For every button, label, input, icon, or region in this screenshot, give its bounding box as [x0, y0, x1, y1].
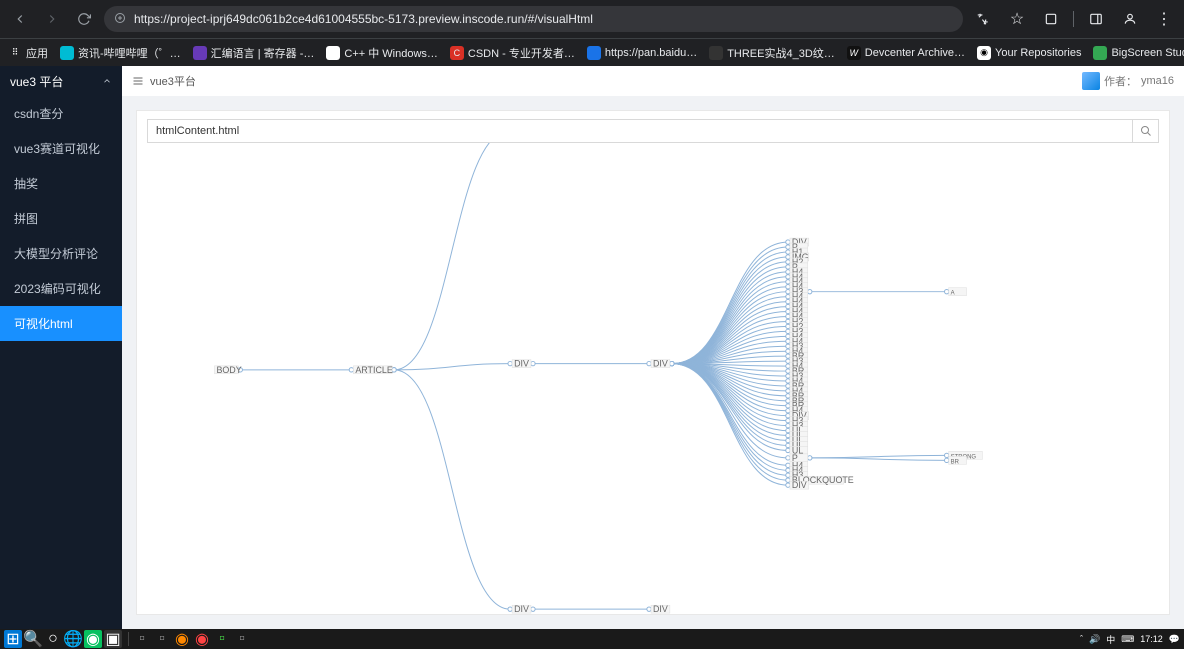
tray-chevron-icon[interactable]: ˆ	[1080, 634, 1083, 644]
forward-button[interactable]	[40, 7, 64, 31]
task-icon[interactable]: ▫	[213, 630, 231, 648]
chevron-up-icon	[102, 76, 112, 86]
ime-indicator[interactable]: 中	[1106, 633, 1115, 646]
app-root: vue3 平台 csdn查分vue3赛道可视化抽奖拼图大模型分析评论2023编码…	[0, 66, 1184, 629]
bookmark-item[interactable]: https://pan.baidu…	[587, 46, 697, 60]
svg-text:DIV: DIV	[792, 480, 807, 490]
system-tray: ˆ 🔊 中 ⌨ 17:12 💬	[1080, 633, 1180, 646]
svg-text:BODY: BODY	[216, 365, 241, 375]
task-icon[interactable]: ▫	[233, 630, 251, 648]
sidebar-item[interactable]: 抽奖	[0, 166, 122, 201]
breadcrumb-text: vue3平台	[150, 73, 196, 89]
search-button[interactable]	[1132, 119, 1158, 143]
search-taskbar-icon[interactable]: 🔍	[24, 630, 42, 648]
translate-icon[interactable]	[971, 7, 995, 31]
bookmark-item[interactable]: C++ 中 Windows…	[326, 45, 438, 61]
sidebar-header[interactable]: vue3 平台	[0, 66, 122, 96]
svg-text:DIV: DIV	[653, 359, 668, 369]
keyboard-icon[interactable]: ⌨	[1121, 634, 1134, 645]
bookmarks-bar: ⠿应用 资讯-哔哩哔哩（゜… 汇编语言 | 寄存器 -… C++ 中 Windo…	[0, 38, 1184, 66]
apps-button[interactable]: ⠿应用	[8, 45, 48, 61]
github-icon: ◉	[977, 46, 991, 60]
volume-icon[interactable]: 🔊	[1089, 634, 1100, 645]
bookmark-icon: C	[450, 46, 464, 60]
windows-taskbar: ⊞ 🔍 ○ 🌐 ◉ ▣ ▫ ▫ ◉ ◉ ▫ ▫ ˆ 🔊 中 ⌨ 17:12 💬	[0, 629, 1184, 649]
svg-text:DIV: DIV	[653, 604, 668, 614]
content-card: LINKDIVLINKDIVDIVDIVPH1IMGH2PH4H4H4H4AH3…	[136, 110, 1170, 615]
cortana-icon[interactable]: ○	[44, 630, 62, 648]
bookmark-icon	[60, 46, 74, 60]
svg-text:A: A	[951, 291, 955, 297]
bookmark-icon	[709, 46, 723, 60]
topbar-right: 作者： yma16	[1082, 72, 1174, 90]
wechat-icon[interactable]: ◉	[84, 630, 102, 648]
author-label: 作者：	[1104, 73, 1137, 89]
bookmark-icon	[587, 46, 601, 60]
notification-icon[interactable]: 💬	[1169, 634, 1180, 645]
bookmark-item[interactable]: BigScreen Studio…	[1093, 46, 1184, 60]
bookmark-item[interactable]: ◉Your Repositories	[977, 46, 1081, 60]
back-button[interactable]	[8, 7, 32, 31]
bookmark-item[interactable]: CCSDN - 专业开发者…	[450, 45, 575, 61]
svg-text:DIV: DIV	[514, 359, 529, 369]
side-panel-icon[interactable]	[1084, 7, 1108, 31]
sidebar-item[interactable]: 可视化html	[0, 306, 122, 341]
site-info-icon[interactable]	[114, 12, 126, 27]
extensions-icon[interactable]	[1039, 7, 1063, 31]
svg-text:DIV: DIV	[514, 604, 529, 614]
task-icon[interactable]: ▫	[153, 630, 171, 648]
browser-toolbar: ☆ ⋮	[0, 0, 1184, 38]
bookmark-star-icon[interactable]: ☆	[1005, 7, 1029, 31]
bookmark-item[interactable]: 资讯-哔哩哔哩（゜…	[60, 45, 181, 61]
bookmark-item[interactable]: 汇编语言 | 寄存器 -…	[193, 45, 315, 61]
svg-text:BR: BR	[951, 459, 960, 465]
svg-text:ARTICLE: ARTICLE	[355, 365, 393, 375]
task-icon[interactable]: ◉	[193, 630, 211, 648]
clock[interactable]: 17:12	[1140, 634, 1163, 644]
search-input[interactable]	[148, 125, 1132, 137]
url-input[interactable]	[134, 12, 953, 26]
start-button[interactable]: ⊞	[4, 630, 22, 648]
main-panel: vue3平台 作者： yma16 LINKDIVLINKDIVDIVDIVPH1…	[122, 66, 1184, 629]
sidebar-item[interactable]: 2023编码可视化	[0, 271, 122, 306]
sidebar-item[interactable]: 拼图	[0, 201, 122, 236]
collapse-icon[interactable]	[132, 75, 144, 87]
task-icon[interactable]: ▣	[104, 630, 122, 648]
bookmark-icon	[1093, 46, 1107, 60]
topbar: vue3平台 作者： yma16	[122, 66, 1184, 96]
task-icon[interactable]: ▫	[133, 630, 151, 648]
sidebar: vue3 平台 csdn查分vue3赛道可视化抽奖拼图大模型分析评论2023编码…	[0, 66, 122, 629]
profile-icon[interactable]	[1118, 7, 1142, 31]
search-row	[147, 119, 1159, 143]
avatar[interactable]	[1082, 72, 1100, 90]
menu-icon[interactable]: ⋮	[1152, 7, 1176, 31]
bookmark-icon	[326, 46, 340, 60]
address-bar[interactable]	[104, 6, 963, 32]
sidebar-item[interactable]: csdn查分	[0, 96, 122, 131]
bookmark-icon: W	[847, 46, 861, 60]
reload-button[interactable]	[72, 7, 96, 31]
breadcrumb: vue3平台	[132, 73, 196, 89]
sidebar-item[interactable]: vue3赛道可视化	[0, 131, 122, 166]
author-name: yma16	[1141, 75, 1174, 87]
chrome-icon[interactable]: 🌐	[64, 630, 82, 648]
bookmark-item[interactable]: THREE实战4_3D纹…	[709, 45, 835, 61]
bookmark-item[interactable]: WDevcenter Archive…	[847, 46, 965, 60]
tree-viz[interactable]: LINKDIVLINKDIVDIVDIVPH1IMGH2PH4H4H4H4AH3…	[147, 143, 1159, 614]
bookmark-icon	[193, 46, 207, 60]
sidebar-title: vue3 平台	[10, 73, 63, 90]
apps-icon: ⠿	[8, 46, 22, 60]
toolbar-right: ☆ ⋮	[971, 7, 1176, 31]
sidebar-item[interactable]: 大模型分析评论	[0, 236, 122, 271]
task-icon[interactable]: ◉	[173, 630, 191, 648]
search-icon	[1140, 125, 1152, 137]
